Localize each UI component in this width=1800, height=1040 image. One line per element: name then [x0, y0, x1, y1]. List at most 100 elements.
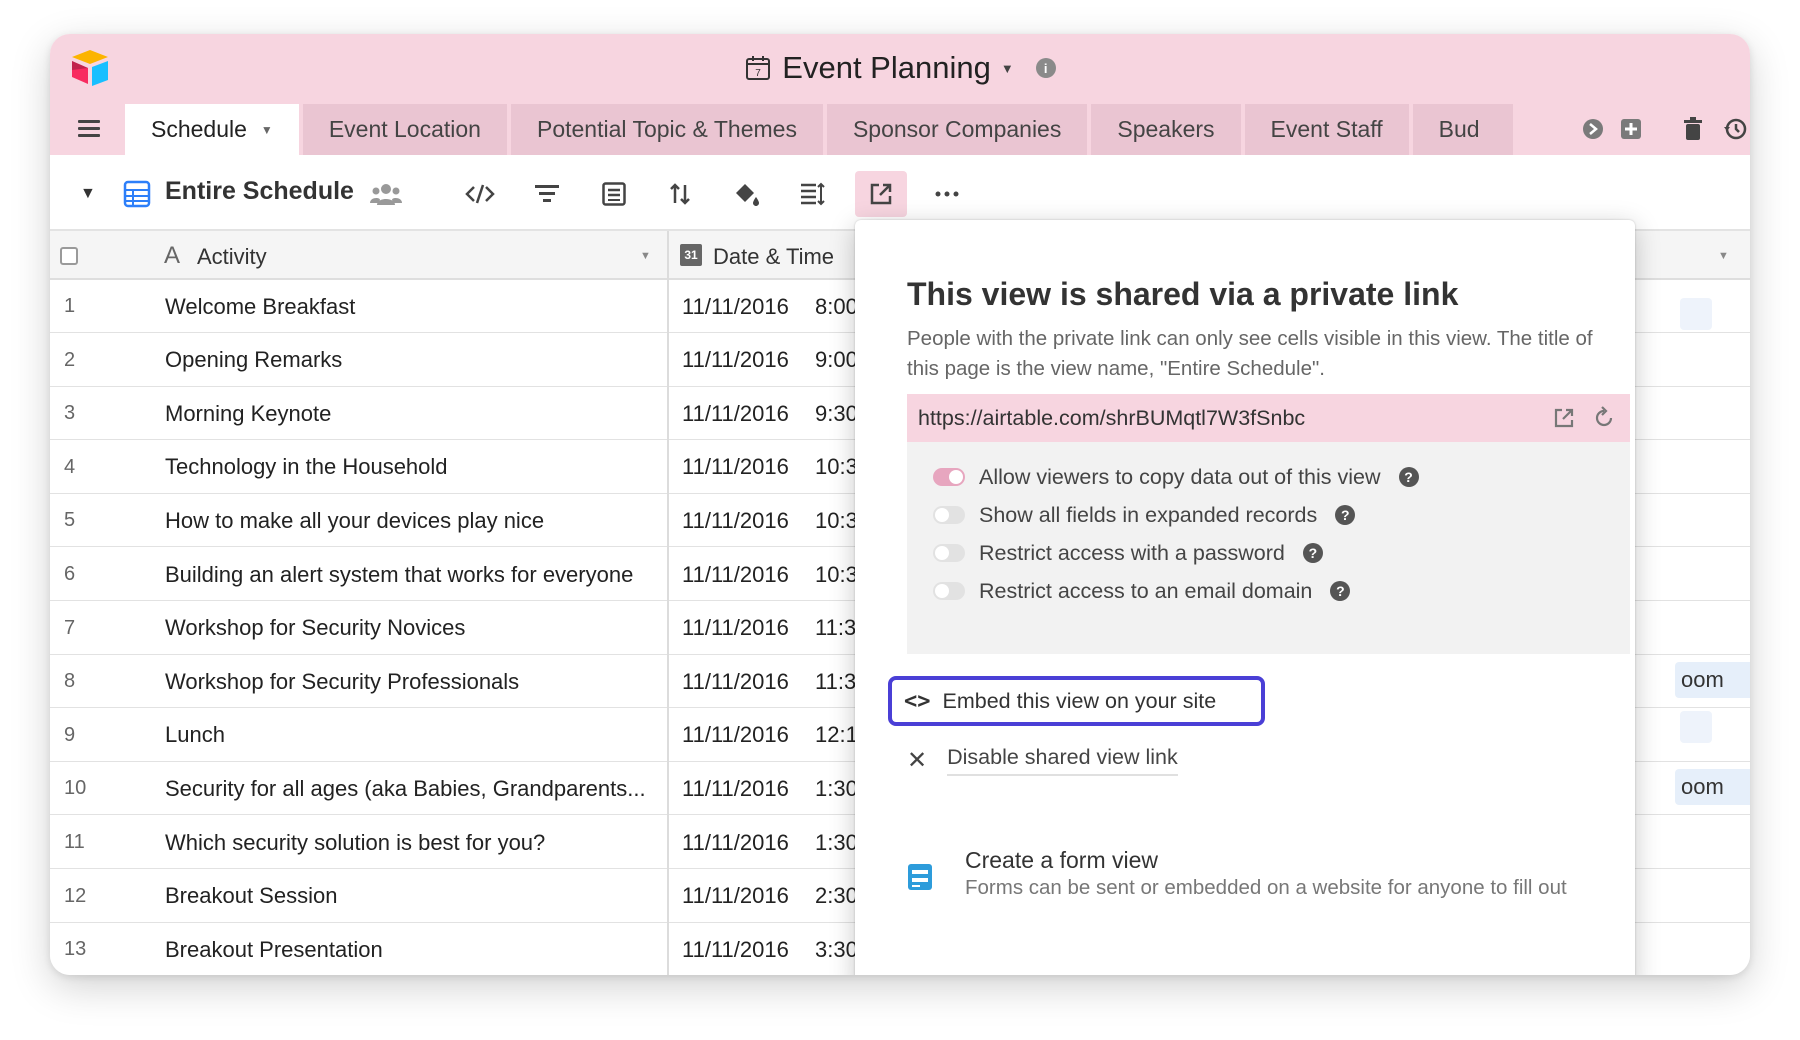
- table-tabs: Schedule ▼ Event Location Potential Topi…: [125, 104, 1513, 155]
- help-icon[interactable]: ?: [1335, 505, 1356, 525]
- activity-cell[interactable]: Security for all ages (aka Babies, Grand…: [165, 762, 685, 815]
- row-number[interactable]: 9: [64, 709, 124, 762]
- form-view-icon: [907, 863, 933, 891]
- time-cell[interactable]: 10:3: [815, 548, 855, 601]
- activity-cell[interactable]: Building an alert system that works for …: [165, 548, 685, 601]
- info-icon[interactable]: i: [1035, 58, 1056, 78]
- code-icon: <>: [904, 688, 931, 714]
- linked-record-pill[interactable]: [1680, 298, 1712, 330]
- time-cell[interactable]: 11:3: [815, 655, 855, 708]
- more-options-icon[interactable]: [921, 171, 973, 217]
- trash-icon[interactable]: [1680, 116, 1706, 142]
- activity-cell[interactable]: How to make all your devices play nice: [165, 494, 685, 547]
- time-cell[interactable]: 10:3: [815, 441, 855, 494]
- tab-speakers[interactable]: Speakers: [1091, 104, 1241, 155]
- tab-actions: [1580, 116, 1750, 146]
- time-cell[interactable]: 1:30: [815, 816, 855, 869]
- view-switcher-caret-icon[interactable]: ▼: [80, 185, 96, 203]
- activity-cell[interactable]: Workshop for Security Professionals: [165, 655, 685, 708]
- embed-view-button[interactable]: <> Embed this view on your site: [888, 676, 1265, 726]
- open-link-icon[interactable]: [1552, 406, 1576, 430]
- view-name[interactable]: Entire Schedule: [165, 177, 354, 206]
- filter-icon[interactable]: [521, 171, 573, 217]
- option-label: Show all fields in expanded records: [979, 502, 1318, 527]
- tab-event-staff[interactable]: Event Staff: [1244, 104, 1409, 155]
- activity-cell[interactable]: Which security solution is best for you?: [165, 816, 685, 869]
- tab-sponsor-companies[interactable]: Sponsor Companies: [826, 104, 1088, 155]
- column-menu-icon[interactable]: ▼: [640, 250, 651, 262]
- toggle-password[interactable]: [933, 544, 965, 562]
- row-number[interactable]: 4: [64, 441, 124, 494]
- row-number[interactable]: 13: [64, 923, 124, 975]
- activity-cell[interactable]: Opening Remarks: [165, 334, 685, 387]
- history-icon[interactable]: [1722, 116, 1748, 142]
- activity-cell[interactable]: Breakout Presentation: [165, 923, 685, 975]
- row-number[interactable]: 10: [64, 762, 124, 815]
- sort-icon[interactable]: [654, 171, 706, 217]
- row-number[interactable]: 6: [64, 548, 124, 601]
- tab-budget[interactable]: Bud: [1412, 104, 1513, 155]
- row-number[interactable]: 7: [64, 602, 124, 655]
- time-cell[interactable]: 12:1: [815, 709, 855, 762]
- time-cell[interactable]: 10:3: [815, 494, 855, 547]
- row-number[interactable]: 11: [64, 816, 124, 869]
- share-link-url[interactable]: https://airtable.com/shrBUMqtl7W3fSnbc: [918, 406, 1305, 431]
- regenerate-link-icon[interactable]: [1592, 406, 1616, 430]
- date-field-icon: 31: [680, 244, 702, 266]
- row-number[interactable]: 1: [64, 280, 124, 333]
- linked-record-pill[interactable]: oom: [1675, 769, 1750, 805]
- row-number[interactable]: 5: [64, 494, 124, 547]
- time-cell[interactable]: 9:30: [815, 387, 855, 440]
- time-cell[interactable]: 11:3: [815, 602, 855, 655]
- tab-schedule[interactable]: Schedule ▼: [125, 104, 299, 155]
- create-form-description: Forms can be sent or embedded on a websi…: [965, 876, 1567, 899]
- activity-cell[interactable]: Morning Keynote: [165, 387, 685, 440]
- linked-record-pill[interactable]: [1680, 711, 1712, 743]
- time-cell[interactable]: 1:30: [815, 762, 855, 815]
- disable-link-button[interactable]: ✕ Disable shared view link: [907, 740, 1178, 780]
- column-header-activity[interactable]: Activity: [197, 244, 267, 270]
- help-icon[interactable]: ?: [1330, 581, 1351, 601]
- time-cell[interactable]: 8:00: [815, 280, 855, 333]
- base-header: 7 Event Planning ▼ i Schedule ▼ Event Lo…: [50, 34, 1750, 155]
- toggle-email-domain[interactable]: [933, 582, 965, 600]
- hamburger-menu-icon[interactable]: [78, 120, 100, 138]
- chevron-down-icon[interactable]: ▼: [261, 123, 273, 137]
- chevron-down-icon[interactable]: ▼: [1001, 61, 1014, 76]
- tab-potential-topics[interactable]: Potential Topic & Themes: [510, 104, 823, 155]
- activity-cell[interactable]: Lunch: [165, 709, 685, 762]
- activity-cell[interactable]: Technology in the Household: [165, 441, 685, 494]
- scroll-tabs-right-icon[interactable]: [1580, 116, 1606, 142]
- collaborative-view-icon[interactable]: [370, 181, 402, 207]
- base-title[interactable]: Event Planning: [782, 50, 991, 86]
- row-number[interactable]: 2: [64, 334, 124, 387]
- time-cell[interactable]: 3:30: [815, 923, 855, 975]
- create-form-view-button[interactable]: Create a form view Forms can be sent or …: [907, 845, 1607, 905]
- toggle-show-all-fields[interactable]: [933, 506, 965, 524]
- tab-event-location[interactable]: Event Location: [302, 104, 507, 155]
- row-height-icon[interactable]: [787, 171, 839, 217]
- hide-fields-icon[interactable]: [454, 171, 506, 217]
- help-icon[interactable]: ?: [1302, 543, 1323, 563]
- row-number[interactable]: 3: [64, 387, 124, 440]
- select-all-checkbox[interactable]: [60, 247, 78, 265]
- time-cell[interactable]: 9:00: [815, 334, 855, 387]
- column-header-date-time[interactable]: Date & Time: [713, 244, 834, 270]
- tab-label: Event Staff: [1270, 116, 1383, 142]
- linked-record-pill[interactable]: oom: [1675, 662, 1750, 698]
- activity-cell[interactable]: Breakout Session: [165, 870, 685, 923]
- activity-cell[interactable]: Welcome Breakfast: [165, 280, 685, 333]
- toggle-allow-copy[interactable]: [933, 468, 965, 486]
- row-number[interactable]: 12: [64, 870, 124, 923]
- share-link-box[interactable]: https://airtable.com/shrBUMqtl7W3fSnbc: [907, 394, 1630, 442]
- help-icon[interactable]: ?: [1398, 467, 1419, 487]
- row-number[interactable]: 8: [64, 655, 124, 708]
- time-cell[interactable]: 2:30: [815, 870, 855, 923]
- grid-view-icon[interactable]: [123, 180, 151, 208]
- group-icon[interactable]: [588, 171, 640, 217]
- column-menu-icon[interactable]: ▼: [1718, 250, 1729, 262]
- activity-cell[interactable]: Workshop for Security Novices: [165, 602, 685, 655]
- share-view-icon[interactable]: [855, 171, 907, 217]
- add-table-icon[interactable]: [1618, 116, 1644, 142]
- color-icon[interactable]: [720, 171, 772, 217]
